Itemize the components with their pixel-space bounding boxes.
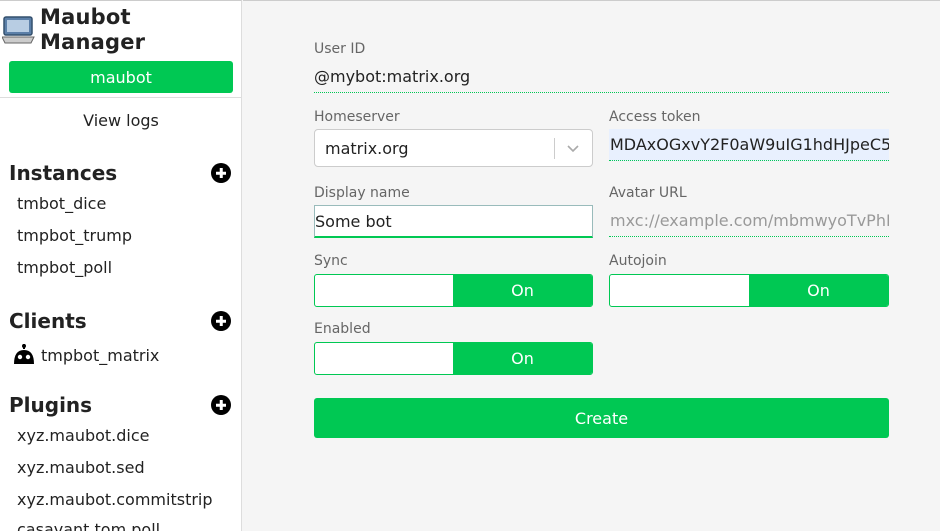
user-id-label: User ID <box>314 41 366 57</box>
sidebar: Maubot Manager maubot View logs Instance… <box>0 0 242 531</box>
instance-item[interactable]: tmbot_dice <box>17 194 106 213</box>
autojoin-toggle-on: On <box>749 275 888 306</box>
autojoin-toggle[interactable]: On <box>609 274 889 307</box>
instance-item[interactable]: tmpbot_trump <box>17 226 132 245</box>
access-token-field[interactable]: MDAxOGxvY2F0aW9uIG1hdHJpeC5 <box>609 129 889 161</box>
app-title: Maubot Manager <box>40 5 145 55</box>
client-form: User ID @mybot:matrix.org Homeserver mat… <box>243 0 940 531</box>
plugins-heading: Plugins <box>9 393 93 417</box>
sync-toggle[interactable]: On <box>314 274 593 307</box>
avatar-url-field[interactable]: mxc://example.com/mbmwyoTvPhE <box>609 205 889 237</box>
add-plugin-icon[interactable] <box>211 395 231 415</box>
user-button[interactable]: maubot <box>9 61 233 93</box>
chevron-down-icon <box>567 145 579 153</box>
divider <box>0 97 241 98</box>
client-label: tmpbot_matrix <box>41 345 160 365</box>
enabled-label: Enabled <box>314 321 371 337</box>
user-id-field[interactable]: @mybot:matrix.org <box>314 61 889 93</box>
bot-avatar-icon <box>14 344 34 364</box>
add-instance-icon[interactable] <box>211 163 231 183</box>
select-separator <box>554 138 555 159</box>
homeserver-select[interactable]: matrix.org <box>314 129 593 167</box>
sync-toggle-on: On <box>453 275 592 306</box>
enabled-toggle-on: On <box>453 343 592 374</box>
add-client-icon[interactable] <box>211 311 231 331</box>
avatar-url-label: Avatar URL <box>609 185 687 201</box>
plugin-item[interactable]: casavant.tom.poll <box>17 520 160 531</box>
homeserver-value: matrix.org <box>325 138 409 158</box>
plugin-item[interactable]: xyz.maubot.commitstrip <box>17 490 213 509</box>
instance-item[interactable]: tmpbot_poll <box>17 258 112 277</box>
create-button[interactable]: Create <box>314 398 889 438</box>
view-logs-link[interactable]: View logs <box>0 111 241 130</box>
display-name-field[interactable]: Some bot <box>314 205 593 238</box>
sync-label: Sync <box>314 253 348 269</box>
access-token-label: Access token <box>609 109 701 125</box>
plugin-item[interactable]: xyz.maubot.sed <box>17 458 145 477</box>
clients-heading: Clients <box>9 309 87 333</box>
app-title-line1: Maubot <box>40 5 131 29</box>
instances-heading: Instances <box>9 161 118 185</box>
maubot-logo-icon <box>2 16 35 44</box>
app-header: Maubot Manager <box>2 5 145 55</box>
enabled-toggle[interactable]: On <box>314 342 593 375</box>
homeserver-label: Homeserver <box>314 109 400 125</box>
plugin-item[interactable]: xyz.maubot.dice <box>17 426 150 445</box>
autojoin-label: Autojoin <box>609 253 667 269</box>
client-item[interactable]: tmpbot_matrix <box>12 344 159 366</box>
app-title-line2: Manager <box>40 30 146 54</box>
display-name-label: Display name <box>314 185 410 201</box>
